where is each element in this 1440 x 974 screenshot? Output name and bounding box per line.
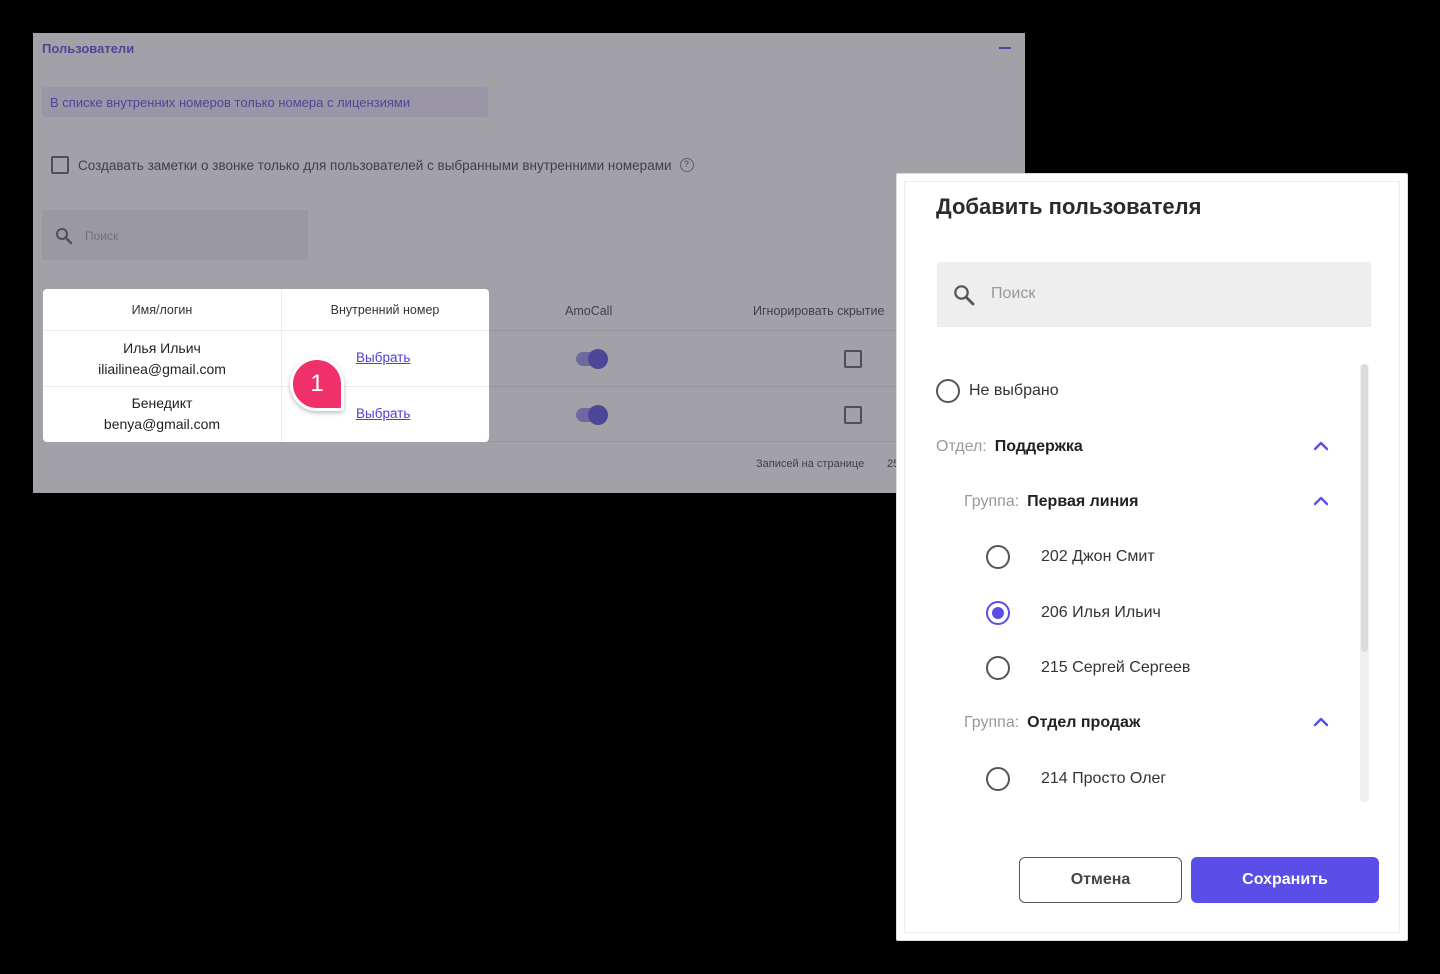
info-banner: В списке внутренних номеров только номер…: [42, 87, 488, 117]
radio-not-selected[interactable]: [936, 379, 960, 403]
info-banner-text: В списке внутренних номеров только номер…: [50, 95, 411, 110]
modal-search-input[interactable]: [991, 282, 1351, 306]
column-header-amocall: AmoCall: [565, 304, 613, 318]
header-divider: [43, 330, 489, 331]
group-prefix: Группа:: [964, 493, 1020, 510]
option-label-215[interactable]: 215 Сергей Сергеев: [1041, 659, 1190, 677]
ignore-hiding-checkbox-row-1[interactable]: [844, 350, 862, 368]
select-extension-link-row-1[interactable]: Выбрать: [356, 350, 410, 365]
notes-checkbox-label: Создавать заметки о звонке только для по…: [78, 157, 672, 173]
modal-search-box: [937, 262, 1371, 327]
department-prefix: Отдел:: [936, 438, 987, 455]
save-button[interactable]: Сохранить: [1191, 857, 1379, 903]
amocall-toggle-row-2[interactable]: [576, 405, 608, 425]
user-name: Илья Ильич: [123, 340, 201, 356]
radio-option-202[interactable]: [986, 545, 1010, 569]
group-name: Первая линия: [1027, 493, 1139, 510]
modal-title: Добавить пользователя: [936, 194, 1202, 219]
scrollbar-thumb[interactable]: [1361, 364, 1368, 652]
column-header-ignore-hiding: Игнорировать скрытие: [753, 304, 885, 318]
search-icon: [954, 285, 975, 306]
amocall-toggle-row-1[interactable]: [576, 349, 608, 369]
ignore-hiding-checkbox-row-2[interactable]: [844, 406, 862, 424]
group-row-first-line[interactable]: Группа: Первая линия: [964, 493, 1138, 511]
user-name-row-2: Бенедикт benya@gmail.com: [43, 393, 281, 435]
radio-option-206[interactable]: [986, 601, 1010, 625]
row-divider: [43, 386, 489, 387]
pager-label: Записей на странице: [756, 458, 865, 470]
search-icon: [56, 228, 73, 245]
toggle-knob: [588, 405, 608, 425]
chevron-up-icon[interactable]: [1313, 495, 1329, 507]
group-prefix: Группа:: [964, 714, 1020, 731]
option-label-214[interactable]: 214 Просто Олег: [1041, 770, 1166, 788]
user-login: benya@gmail.com: [103, 416, 221, 432]
department-row[interactable]: Отдел: Поддержка: [936, 438, 1083, 456]
add-user-modal: Добавить пользователя Не выбрано Отдел: П…: [896, 173, 1408, 941]
group-name: Отдел продаж: [1027, 714, 1141, 731]
panel-title: Пользователи: [42, 41, 135, 56]
toggle-knob: [588, 349, 608, 369]
step-marker-1: 1: [290, 357, 344, 411]
user-name: Бенедикт: [131, 395, 193, 411]
users-table-highlight: Имя/логин Внутренний номер Илья Ильич il…: [43, 289, 489, 442]
chevron-up-icon[interactable]: [1313, 716, 1329, 728]
collapse-icon[interactable]: [999, 47, 1011, 49]
panel-header: Пользователи: [33, 33, 1025, 63]
column-header-extension: Внутренний номер: [330, 303, 440, 317]
group-row-sales[interactable]: Группа: Отдел продаж: [964, 714, 1140, 732]
department-name: Поддержка: [994, 438, 1083, 455]
user-login: iliailinea@gmail.com: [98, 361, 226, 377]
option-label-202[interactable]: 202 Джон Смит: [1041, 548, 1155, 566]
notes-option-row: Создавать заметки о звонке только для по…: [51, 155, 694, 175]
select-extension-link-row-2[interactable]: Выбрать: [356, 406, 410, 421]
radio-option-214[interactable]: [986, 767, 1010, 791]
chevron-up-icon[interactable]: [1313, 440, 1329, 452]
help-icon[interactable]: ?: [679, 158, 694, 172]
users-search-placeholder: Поиск: [85, 229, 119, 243]
radio-option-215[interactable]: [986, 656, 1010, 680]
column-header-name: Имя/логин: [131, 303, 193, 317]
cancel-button[interactable]: Отмена: [1019, 857, 1182, 903]
user-name-row-1: Илья Ильич iliailinea@gmail.com: [43, 338, 281, 380]
option-label-not-selected[interactable]: Не выбрано: [969, 382, 1059, 400]
list-scrollbar[interactable]: [1360, 364, 1369, 802]
users-search-box[interactable]: Поиск: [42, 210, 308, 260]
notes-checkbox[interactable]: [51, 156, 69, 174]
option-label-206[interactable]: 206 Илья Ильич: [1041, 604, 1161, 622]
